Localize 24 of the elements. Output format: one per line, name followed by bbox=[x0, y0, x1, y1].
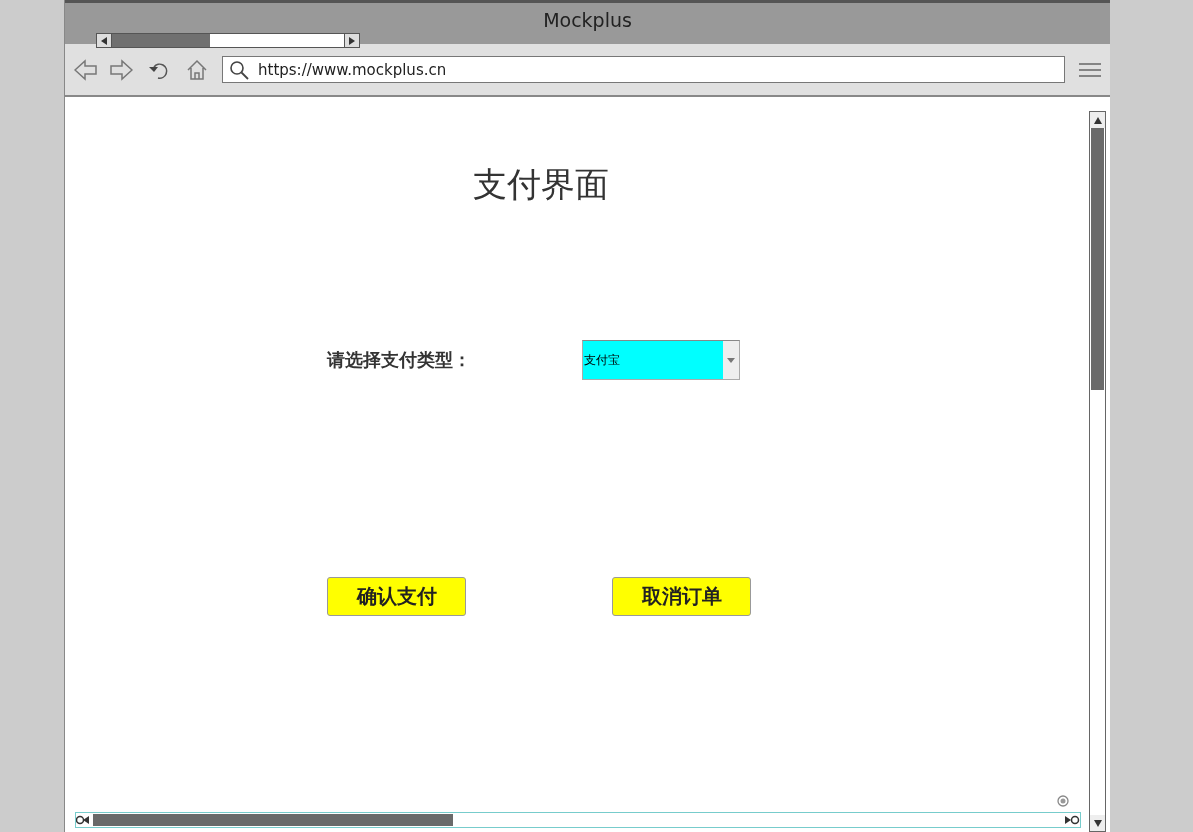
up-arrow-icon bbox=[1093, 116, 1102, 124]
action-button[interactable]: 确认支付 bbox=[327, 577, 466, 616]
scrollbar[interactable] bbox=[96, 33, 360, 48]
forward-icon[interactable] bbox=[109, 58, 133, 81]
right-arrow-icon bbox=[348, 36, 356, 45]
target-icon bbox=[1057, 795, 1069, 807]
action-button[interactable]: 取消订单 bbox=[612, 577, 751, 616]
search-icon bbox=[229, 59, 249, 80]
page-title: 支付界面 bbox=[473, 163, 610, 206]
field-label: 请选择支付类型： bbox=[327, 348, 472, 372]
payment-type-dropdown[interactable]: 支付宝 bbox=[582, 340, 740, 380]
window-title: Mockplus bbox=[543, 8, 632, 31]
caret-icon bbox=[727, 357, 735, 363]
down-arrow-icon bbox=[1093, 819, 1102, 827]
back-icon[interactable] bbox=[74, 58, 98, 81]
address-field[interactable]: https://www.mockplus.cn bbox=[222, 56, 1065, 83]
left-arrow-icon bbox=[100, 36, 108, 45]
horizontal-scrollbar[interactable] bbox=[75, 812, 1081, 828]
right-arrow-icon bbox=[1064, 815, 1080, 825]
vertical-scrollbar[interactable] bbox=[1089, 111, 1106, 832]
left-arrow-icon bbox=[76, 815, 90, 825]
home-icon[interactable] bbox=[186, 58, 208, 81]
url-text: https://www.mockplus.cn bbox=[258, 60, 447, 79]
menu-icon[interactable] bbox=[1079, 61, 1101, 78]
